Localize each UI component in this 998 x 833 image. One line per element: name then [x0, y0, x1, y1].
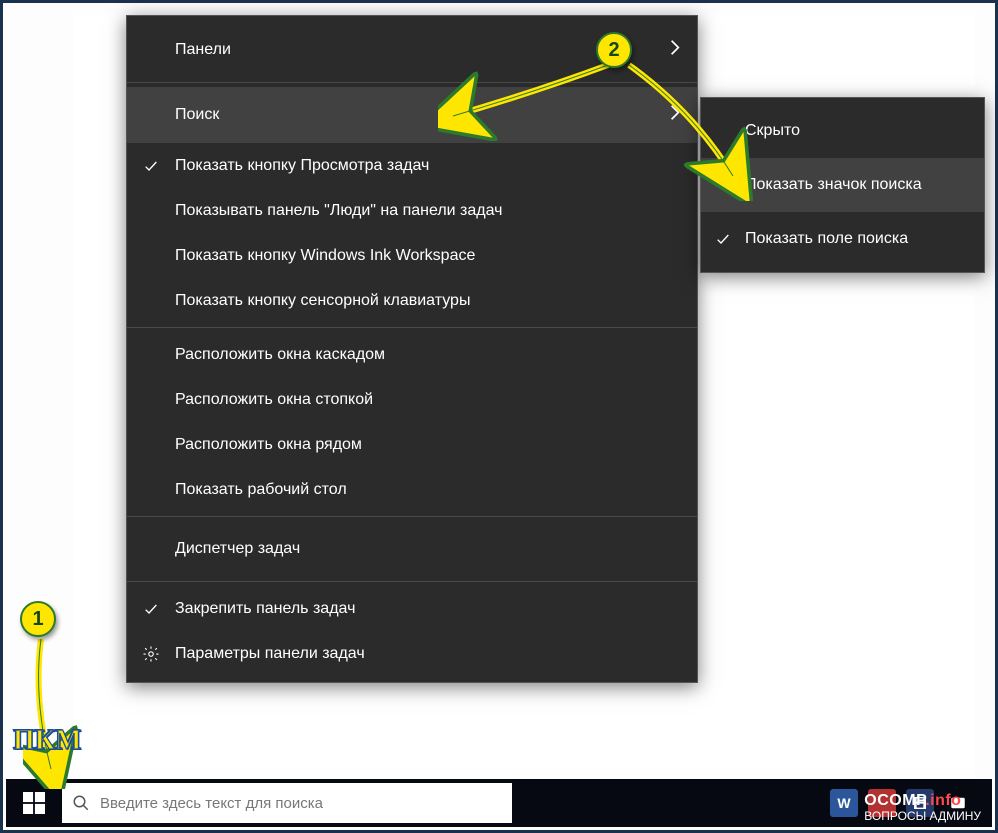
- annotation-badge-2: 2: [596, 32, 632, 68]
- chevron-right-icon: [669, 39, 681, 62]
- menu-separator: [127, 581, 697, 582]
- windows-logo-icon: [23, 792, 45, 814]
- annotation-badge-1: 1: [20, 601, 56, 637]
- menu-label: Показывать панель "Люди" на панели задач: [175, 202, 697, 220]
- menu-item-show-desktop[interactable]: Показать рабочий стол: [127, 467, 697, 512]
- menu-separator: [127, 327, 697, 328]
- annotation-pkm-label: ПКМ: [13, 725, 82, 757]
- taskbar: Введите здесь текст для поиска W: [6, 779, 992, 827]
- menu-label: Диспетчер задач: [175, 540, 697, 558]
- menu-label: Расположить окна стопкой: [175, 391, 697, 409]
- menu-label: Показать кнопку Просмотра задач: [175, 157, 697, 175]
- search-placeholder-text: Введите здесь текст для поиска: [100, 795, 323, 812]
- menu-item-show-ink[interactable]: Показать кнопку Windows Ink Workspace: [127, 233, 697, 278]
- check-icon: [127, 601, 175, 617]
- menu-item-cascade-windows[interactable]: Расположить окна каскадом: [127, 332, 697, 377]
- gear-icon: [127, 645, 175, 663]
- menu-item-show-taskview[interactable]: Показать кнопку Просмотра задач: [127, 143, 697, 188]
- submenu-item-show-search-box[interactable]: Показать поле поиска: [701, 212, 984, 266]
- menu-label: Расположить окна каскадом: [175, 346, 697, 364]
- submenu-label: Скрыто: [745, 122, 984, 140]
- menu-item-stack-windows[interactable]: Расположить окна стопкой: [127, 377, 697, 422]
- submenu-label: Показать поле поиска: [745, 230, 984, 248]
- watermark-text-a: OCOMP: [864, 792, 925, 809]
- menu-item-show-touchkb[interactable]: Показать кнопку сенсорной клавиатуры: [127, 278, 697, 323]
- menu-item-show-people[interactable]: Показывать панель "Люди" на панели задач: [127, 188, 697, 233]
- menu-item-lock-taskbar[interactable]: Закрепить панель задач: [127, 586, 697, 631]
- submenu-label: Показать значок поиска: [745, 176, 984, 194]
- check-icon: [701, 231, 745, 247]
- menu-label: Поиск: [175, 106, 697, 124]
- annotation-arrow-icon: [23, 639, 83, 789]
- menu-item-side-by-side[interactable]: Расположить окна рядом: [127, 422, 697, 467]
- menu-label: Показать кнопку Windows Ink Workspace: [175, 247, 697, 265]
- menu-label: Расположить окна рядом: [175, 436, 697, 454]
- menu-item-task-manager[interactable]: Диспетчер задач: [127, 521, 697, 577]
- watermark-subtext: ВОПРОСЫ АДМИНУ: [864, 810, 981, 824]
- check-icon: [127, 158, 175, 174]
- menu-separator: [127, 516, 697, 517]
- watermark-text-b: .info: [925, 792, 961, 809]
- annotation-arrow-icon: [438, 61, 618, 141]
- taskbar-search-box[interactable]: Введите здесь текст для поиска: [62, 783, 512, 823]
- tray-app-word-icon[interactable]: W: [830, 789, 858, 817]
- watermark: OCOMP.info ВОПРОСЫ АДМИНУ: [864, 792, 981, 824]
- menu-label: Показать рабочий стол: [175, 481, 697, 499]
- menu-item-taskbar-settings[interactable]: Параметры панели задач: [127, 631, 697, 676]
- menu-label: Показать кнопку сенсорной клавиатуры: [175, 292, 697, 310]
- search-icon: [72, 794, 90, 812]
- annotation-arrow-icon: [623, 61, 773, 201]
- menu-label: Параметры панели задач: [175, 645, 697, 663]
- menu-label: Закрепить панель задач: [175, 600, 697, 618]
